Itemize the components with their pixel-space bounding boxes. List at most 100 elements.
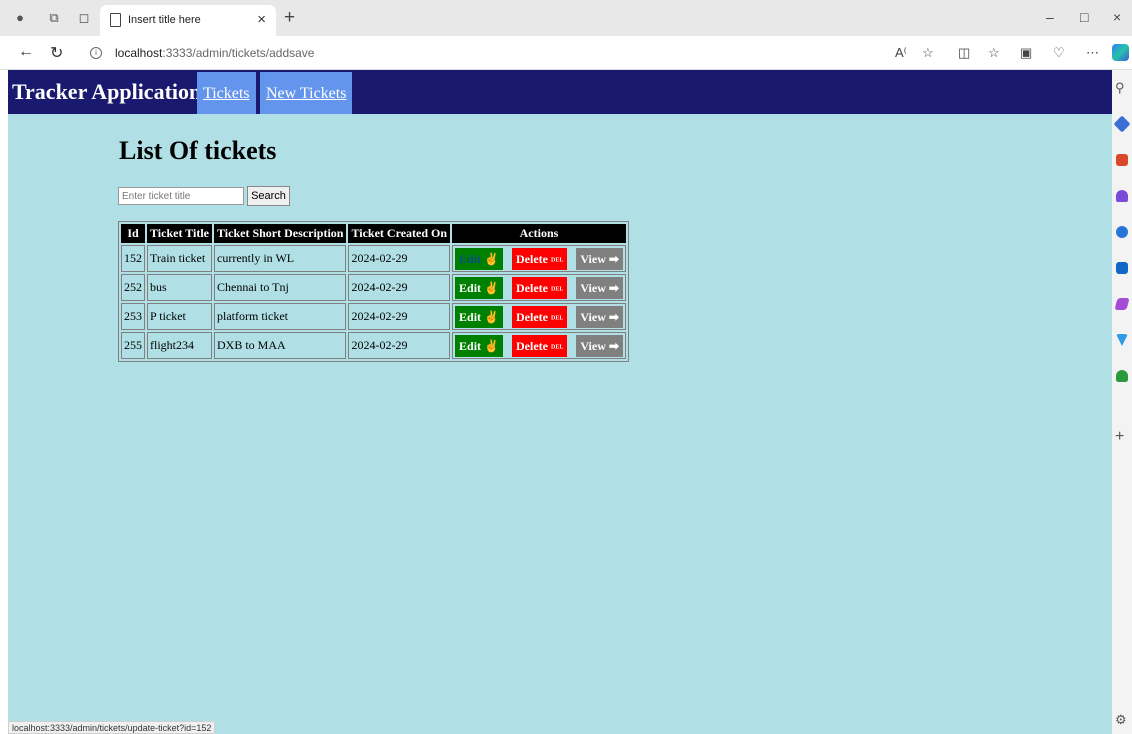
cell-title: Train ticket [147, 245, 213, 272]
favorites-list-icon[interactable]: ☆ [988, 45, 1000, 61]
page-title: List Of tickets [119, 136, 277, 165]
edit-label: Edit [459, 251, 482, 266]
search-input[interactable] [118, 187, 244, 205]
url-host: localhost [115, 46, 163, 60]
address-bar: ← ↻ i localhost:3333/admin/tickets/addsa… [0, 36, 1132, 70]
table-row: 152 Train ticket currently in WL 2024-02… [121, 245, 626, 272]
shopping-tag-icon[interactable] [1113, 115, 1131, 133]
delete-badge: DEL [550, 343, 564, 350]
edit-label: Edit [459, 309, 482, 324]
app-brand: Tracker Application [12, 79, 202, 104]
new-tab-icon[interactable]: + [284, 7, 295, 29]
profile-icon[interactable]: ● [12, 10, 28, 26]
refresh-icon[interactable]: ↻ [50, 43, 63, 63]
arrow-right-icon: ➡ [608, 251, 619, 266]
table-row: 255 flight234 DXB to MAA 2024-02-29 Edit… [121, 332, 626, 359]
cell-id: 252 [121, 274, 145, 301]
more-menu-icon[interactable]: ⋯ [1086, 45, 1099, 61]
tab-title: Insert title here [128, 14, 201, 26]
browser-essentials-icon[interactable]: ♡ [1053, 45, 1065, 61]
cell-title: bus [147, 274, 213, 301]
search-button[interactable]: Search [247, 186, 290, 206]
table-row: 252 bus Chennai to Tnj 2024-02-29 Edit ✌… [121, 274, 626, 301]
cell-created: 2024-02-29 [348, 245, 451, 272]
app-navbar: Tracker Application Tickets New Tickets [8, 70, 1112, 114]
hand-pointer-icon: ✌ [484, 309, 499, 324]
outlook-icon[interactable] [1116, 262, 1128, 274]
delete-label: Delete [516, 338, 548, 353]
view-button[interactable]: View ➡ [576, 276, 623, 299]
add-sidebar-app-icon[interactable]: + [1115, 428, 1124, 446]
view-label: View [580, 338, 606, 353]
copilot-icon[interactable] [1112, 44, 1129, 61]
cell-description: currently in WL [214, 245, 347, 272]
delete-button[interactable]: Delete DEL [512, 276, 568, 299]
cell-description: Chennai to Tnj [214, 274, 347, 301]
delete-button[interactable]: Delete DEL [512, 247, 568, 270]
edit-button[interactable]: Edit ✌ [455, 305, 503, 328]
minimize-icon[interactable]: – [1046, 9, 1054, 25]
collections-icon[interactable]: ▣ [1020, 45, 1032, 61]
edit-button[interactable]: Edit ✌ [455, 334, 503, 357]
site-info-icon[interactable]: i [90, 47, 102, 59]
nav-link-new-tickets[interactable]: New Tickets [260, 72, 353, 114]
cell-created: 2024-02-29 [348, 274, 451, 301]
hand-pointer-icon: ✌ [484, 251, 499, 266]
view-button[interactable]: View ➡ [576, 334, 623, 357]
arrow-right-icon: ➡ [608, 280, 619, 295]
cell-actions: Edit ✌ Delete DEL View ➡ [452, 303, 626, 330]
search-icon[interactable]: ⚲ [1115, 80, 1125, 96]
workspaces-icon[interactable]: ⧉ [46, 10, 62, 26]
tickets-table: Id Ticket Title Ticket Short Description… [118, 221, 629, 362]
cell-actions: Edit ✌ Delete DEL View ➡ [452, 245, 626, 272]
view-button[interactable]: View ➡ [576, 247, 623, 270]
close-window-icon[interactable]: × [1113, 9, 1121, 25]
header-ticket-title: Ticket Title [147, 224, 213, 243]
delete-button[interactable]: Delete DEL [512, 334, 568, 357]
drop-icon[interactable] [1116, 334, 1128, 346]
header-id: Id [121, 224, 145, 243]
delete-label: Delete [516, 251, 548, 266]
edit-button[interactable]: Edit ✌ [455, 247, 503, 270]
designer-icon[interactable] [1114, 298, 1130, 310]
nav-link-tickets[interactable]: Tickets [197, 72, 256, 114]
page-icon [110, 13, 121, 27]
view-button[interactable]: View ➡ [576, 305, 623, 328]
tools-icon[interactable] [1116, 154, 1128, 166]
sidebar-settings-icon[interactable]: ⚙ [1115, 712, 1127, 728]
cell-id: 253 [121, 303, 145, 330]
delete-button[interactable]: Delete DEL [512, 305, 568, 328]
restore-icon[interactable]: □ [1080, 9, 1088, 25]
table-row: 253 P ticket platform ticket 2024-02-29 … [121, 303, 626, 330]
edge-sidebar: ⚲ + ⚙ [1112, 70, 1132, 734]
cell-created: 2024-02-29 [348, 303, 451, 330]
tree-icon[interactable] [1116, 370, 1128, 382]
cell-actions: Edit ✌ Delete DEL View ➡ [452, 332, 626, 359]
hand-pointer-icon: ✌ [484, 338, 499, 353]
delete-badge: DEL [550, 285, 564, 292]
split-screen-icon[interactable]: ◫ [958, 45, 970, 61]
back-icon[interactable]: ← [18, 43, 34, 61]
edit-label: Edit [459, 280, 482, 295]
microsoft-365-icon[interactable] [1116, 226, 1128, 238]
table-header-row: Id Ticket Title Ticket Short Description… [121, 224, 626, 243]
delete-badge: DEL [550, 314, 564, 321]
browser-tab[interactable]: Insert title here × [100, 5, 276, 36]
cell-created: 2024-02-29 [348, 332, 451, 359]
status-link-preview: localhost:3333/admin/tickets/update-tick… [8, 721, 216, 734]
edit-button[interactable]: Edit ✌ [455, 276, 503, 299]
arrow-right-icon: ➡ [608, 309, 619, 324]
close-tab-icon[interactable]: × [257, 11, 266, 28]
delete-label: Delete [516, 309, 548, 324]
tab-actions-icon[interactable]: ◻ [76, 10, 92, 26]
games-icon[interactable] [1116, 190, 1128, 202]
url-path: :3333/admin/tickets/addsave [162, 46, 315, 60]
view-label: View [580, 309, 606, 324]
browser-tab-bar: ● ⧉ ◻ Insert title here × + – □ × [0, 0, 1132, 36]
page-body: Tracker Application Tickets New Tickets … [8, 70, 1112, 734]
read-aloud-icon[interactable]: A⁽ [895, 45, 907, 61]
view-label: View [580, 251, 606, 266]
favorite-star-icon[interactable]: ☆ [922, 45, 934, 61]
delete-badge: DEL [550, 256, 564, 263]
url-field[interactable]: localhost:3333/admin/tickets/addsave [115, 46, 314, 60]
